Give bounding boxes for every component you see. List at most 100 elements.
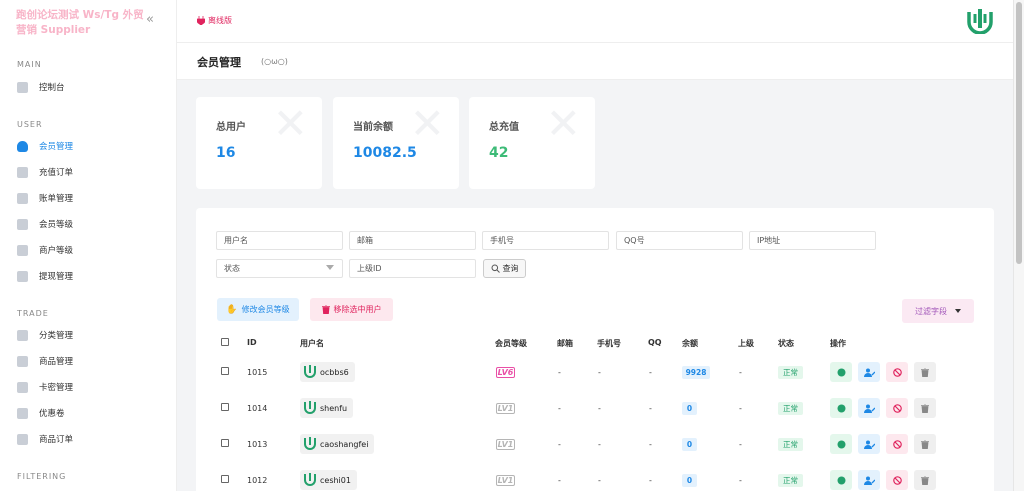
qq-input[interactable]: QQ号 <box>616 231 743 250</box>
sidebar-item-product-orders[interactable]: 商品订单 <box>17 430 167 448</box>
delete-selected-button[interactable]: 移除选中用户 <box>310 298 393 321</box>
cell-phone: - <box>598 368 601 377</box>
username-placeholder: 用户名 <box>224 236 248 245</box>
col-header-phone[interactable]: 手机号 <box>597 338 621 349</box>
col-header-qq[interactable]: QQ <box>648 338 662 347</box>
sidebar-item-withdrawals[interactable]: 提现管理 <box>17 267 167 285</box>
edit-user-button[interactable] <box>858 470 880 490</box>
phone-placeholder: 手机号 <box>490 236 514 245</box>
col-header-parent[interactable]: 上级 <box>738 338 754 349</box>
edit-user-button[interactable] <box>858 398 880 418</box>
edit-user-button[interactable] <box>858 362 880 382</box>
trash-icon <box>921 439 929 449</box>
email-placeholder: 邮箱 <box>357 236 373 245</box>
sidebar-item-label: 商品管理 <box>39 357 74 367</box>
status-select[interactable]: 状态 <box>216 259 343 278</box>
message-button[interactable] <box>830 398 852 418</box>
sidebar-item-recharge-orders[interactable]: 充值订单 <box>17 163 167 181</box>
parent-id-input[interactable]: 上级ID <box>349 259 476 278</box>
bill-icon <box>17 192 28 204</box>
sidebar-item-bills[interactable]: 账单管理 <box>17 189 167 207</box>
gear-icon <box>17 381 28 393</box>
sidebar-item-coupons[interactable]: 优惠卷 <box>17 404 167 422</box>
sidebar-item-cards[interactable]: 卡密管理 <box>17 378 167 396</box>
scrollbar[interactable] <box>1013 0 1024 491</box>
ban-user-button[interactable] <box>886 434 908 454</box>
phone-input[interactable]: 手机号 <box>482 231 609 250</box>
user-logo-icon <box>304 437 316 450</box>
sidebar-item-products[interactable]: 商品管理 <box>17 352 167 370</box>
username-chip[interactable]: ceshi01 <box>300 470 357 490</box>
ip-input[interactable]: IP地址 <box>749 231 876 250</box>
select-all-checkbox[interactable] <box>221 338 229 346</box>
col-header-balance[interactable]: 余额 <box>682 338 698 349</box>
col-header-id[interactable]: ID <box>247 338 257 347</box>
topbar: 离线版 <box>177 0 1013 42</box>
user-logo-icon <box>304 401 316 414</box>
cell-username: shenfu <box>320 403 348 413</box>
user-edit-icon <box>863 440 875 449</box>
logo-icon[interactable] <box>967 8 993 34</box>
username-input[interactable]: 用户名 <box>216 231 343 250</box>
row-checkbox[interactable] <box>221 367 229 375</box>
edit-level-button[interactable]: ✋ 修改会员等级 <box>217 298 299 321</box>
username-chip[interactable]: caoshangfei <box>300 434 375 454</box>
username-chip[interactable]: shenfu <box>300 398 354 418</box>
sidebar-item-label: 分类管理 <box>39 331 74 341</box>
level-badge: LV1 <box>496 403 515 414</box>
row-checkbox[interactable] <box>221 475 229 483</box>
orders-icon <box>17 433 28 445</box>
ban-user-button[interactable] <box>886 362 908 382</box>
sidebar-item-member-levels[interactable]: 会员等级 <box>17 215 167 233</box>
cell-email: - <box>558 440 561 449</box>
cell-qq: - <box>649 440 652 449</box>
cell-username: ocbbs6 <box>320 367 349 377</box>
sidebar-item-label: 商户等级 <box>39 246 74 256</box>
sidebar-item-label: 会员等级 <box>39 220 74 230</box>
ban-user-button[interactable] <box>886 398 908 418</box>
query-button[interactable]: 查询 <box>483 259 526 278</box>
sidebar-item-dashboard[interactable]: 控制台 <box>17 78 167 96</box>
message-button[interactable] <box>830 362 852 382</box>
cell-id: 1014 <box>247 404 268 413</box>
col-header-email[interactable]: 邮箱 <box>557 338 573 349</box>
delete-user-button[interactable] <box>914 362 936 382</box>
message-button[interactable] <box>830 470 852 490</box>
sidebar-item-categories[interactable]: 分类管理 <box>17 326 167 344</box>
ban-user-button[interactable] <box>886 470 908 490</box>
section-title-user: USER <box>17 120 43 129</box>
cell-id: 1013 <box>247 440 268 449</box>
hand-icon: ✋ <box>226 304 238 315</box>
row-checkbox[interactable] <box>221 403 229 411</box>
email-input[interactable]: 邮箱 <box>349 231 476 250</box>
plug-icon <box>197 16 205 25</box>
trash-icon <box>321 305 330 314</box>
message-button[interactable] <box>830 434 852 454</box>
cell-phone: - <box>598 404 601 413</box>
dashboard-icon <box>17 81 28 93</box>
scrollbar-thumb[interactable] <box>1016 2 1022 264</box>
cell-email: - <box>558 368 561 377</box>
row-checkbox[interactable] <box>221 439 229 447</box>
filter-fields-button[interactable]: 过滤字段 <box>902 299 974 323</box>
page-header: 会员管理 (○ω○) <box>177 42 1013 80</box>
category-icon <box>17 329 28 341</box>
edit-user-button[interactable] <box>858 434 880 454</box>
cell-id: 1015 <box>247 368 268 377</box>
delete-user-button[interactable] <box>914 470 936 490</box>
level-badge: LV1 <box>496 475 515 486</box>
username-chip[interactable]: ocbbs6 <box>300 362 355 382</box>
sidebar-item-merchant-levels[interactable]: 商户等级 <box>17 241 167 259</box>
balance-badge: 0 <box>682 438 697 451</box>
col-header-level[interactable]: 会员等级 <box>495 338 527 349</box>
col-header-username[interactable]: 用户名 <box>300 338 324 349</box>
user-icon <box>17 140 28 152</box>
cell-parent: - <box>739 368 742 377</box>
collapse-sidebar-icon[interactable]: « <box>146 12 154 27</box>
cell-phone: - <box>598 476 601 485</box>
delete-user-button[interactable] <box>914 434 936 454</box>
col-header-status[interactable]: 状态 <box>778 338 794 349</box>
stat-bg-icon: ✕ <box>409 99 445 148</box>
delete-user-button[interactable] <box>914 398 936 418</box>
sidebar-item-members[interactable]: 会员管理 <box>17 137 167 155</box>
